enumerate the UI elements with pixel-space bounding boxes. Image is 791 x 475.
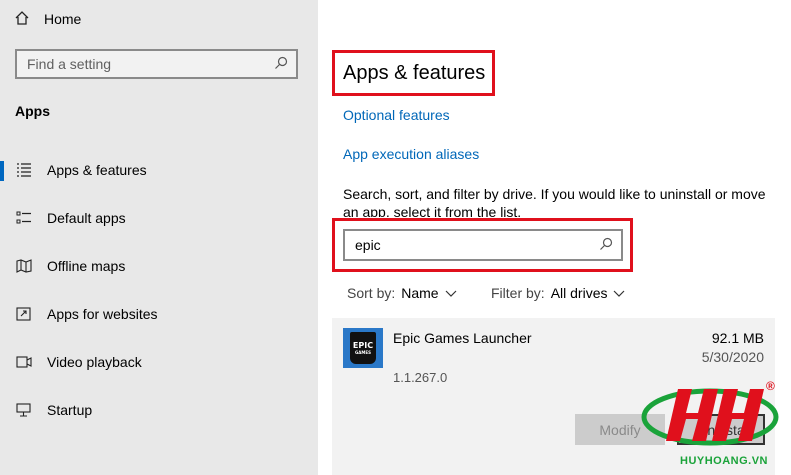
registered-mark: ® xyxy=(766,379,775,393)
startup-icon xyxy=(15,401,33,419)
app-version: 1.1.267.0 xyxy=(393,370,448,385)
sidebar-item-startup[interactable]: Startup xyxy=(0,392,318,428)
sidebar-item-label: Apps for websites xyxy=(47,306,158,322)
epic-games-logo: EPIC GAMES xyxy=(343,328,383,368)
filter-label: Filter by: xyxy=(491,285,545,301)
sidebar-item-label: Default apps xyxy=(47,210,126,226)
sidebar-item-default-apps[interactable]: Default apps xyxy=(0,200,318,236)
logo-text-bottom: GAMES xyxy=(355,349,371,355)
main-panel: Apps & features Optional features App ex… xyxy=(318,0,791,475)
home-label: Home xyxy=(44,11,82,27)
sidebar-item-apps-features[interactable]: Apps & features xyxy=(0,152,318,188)
sidebar-section-title: Apps xyxy=(15,103,50,119)
sort-dropdown[interactable]: Sort by: Name xyxy=(347,285,457,301)
app-search-input[interactable]: epic xyxy=(343,229,623,261)
sidebar-item-label: Video playback xyxy=(47,354,142,370)
chevron-down-icon xyxy=(445,285,457,301)
sidebar-item-label: Startup xyxy=(47,402,93,418)
video-icon xyxy=(15,353,33,371)
search-icon xyxy=(599,237,613,254)
settings-search-input[interactable]: Find a setting xyxy=(15,49,298,79)
sort-value: Name xyxy=(401,285,439,301)
default-apps-icon xyxy=(15,209,33,227)
search-icon xyxy=(274,56,288,73)
app-execution-aliases-link[interactable]: App execution aliases xyxy=(343,146,479,162)
app-name: Epic Games Launcher xyxy=(393,330,532,346)
sidebar-item-video-playback[interactable]: Video playback xyxy=(0,344,318,380)
settings-search-placeholder: Find a setting xyxy=(27,56,112,72)
sidebar-item-label: Offline maps xyxy=(47,258,126,274)
sidebar-item-apps-websites[interactable]: Apps for websites xyxy=(0,296,318,332)
sidebar-item-label: Apps & features xyxy=(47,162,147,178)
home-icon xyxy=(14,10,30,29)
apps-websites-icon xyxy=(15,305,33,323)
sidebar: Home Find a setting Apps Apps & features… xyxy=(0,0,318,475)
optional-features-link[interactable]: Optional features xyxy=(343,107,450,123)
filter-value: All drives xyxy=(550,285,608,301)
chevron-down-icon xyxy=(613,285,625,301)
app-search-value: epic xyxy=(355,237,381,253)
apps-features-icon xyxy=(15,161,33,179)
map-icon xyxy=(15,257,33,275)
huyhoang-logo xyxy=(641,388,779,446)
filter-description: Search, sort, and filter by drive. If yo… xyxy=(343,186,766,217)
watermark-text: HUYHOANG.VN xyxy=(680,455,769,467)
home-link[interactable]: Home xyxy=(14,8,81,30)
logo-text-top: EPIC xyxy=(352,340,374,350)
sidebar-item-offline-maps[interactable]: Offline maps xyxy=(0,248,318,284)
app-size: 92.1 MB xyxy=(711,330,764,346)
page-title: Apps & features xyxy=(343,62,486,84)
active-indicator xyxy=(0,161,4,181)
app-install-date: 5/30/2020 xyxy=(701,349,764,365)
sort-label: Sort by: xyxy=(347,285,396,301)
huyhoang-watermark: ® HUYHOANG.VN xyxy=(640,375,785,475)
filter-dropdown[interactable]: Filter by: All drives xyxy=(491,285,625,301)
